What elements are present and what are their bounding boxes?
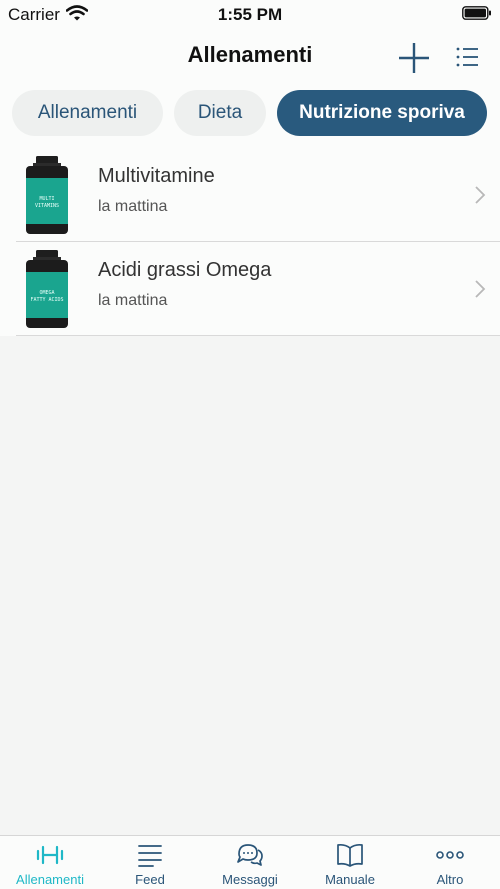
segment-tabs: Allenamenti Dieta Nutrizione sporiva (0, 80, 500, 148)
bottle-label-line2: VITAMINS (35, 203, 59, 209)
tabbar-item-altro[interactable]: Altro (400, 836, 500, 889)
tabbar-item-feed[interactable]: Feed (100, 836, 200, 889)
chevron-right-icon (475, 280, 486, 298)
tabbar-label: Feed (135, 872, 165, 887)
tab-nutrizione-sportiva[interactable]: Nutrizione sporiva (277, 90, 487, 136)
item-subtitle: la mattina (98, 198, 168, 215)
status-bar: Carrier 1:55 PM (0, 0, 500, 30)
clock-time: 1:55 PM (217, 5, 283, 24)
list-icon (456, 47, 478, 67)
tab-allenamenti[interactable]: Allenamenti (12, 90, 163, 136)
tabbar-label: Allenamenti (16, 872, 84, 887)
tabbar-label: Altro (436, 872, 464, 887)
bottle-label-line2: FATTY ACIDS (30, 297, 63, 303)
tabbar-item-messaggi[interactable]: Messaggi (200, 836, 300, 889)
bottle-label-line1: OMEGA (39, 290, 54, 296)
tabbar-label: Messaggi (222, 872, 278, 887)
chevron-right-icon (475, 186, 486, 204)
item-title: Acidi grassi Omega (98, 259, 272, 281)
book-icon (337, 843, 363, 867)
list-item[interactable]: MULTI VITAMINS Multivitamine la mattina (0, 148, 500, 242)
chat-bubbles-icon (237, 844, 263, 866)
tabbar-label: Manuale (325, 872, 375, 887)
navigation-header: Allenamenti (0, 30, 500, 80)
tabbar-item-manuale[interactable]: Manuale (300, 836, 400, 889)
bottom-tab-bar: Allenamenti Feed Messaggi Manuale Altro (0, 835, 500, 889)
supplement-bottle-image: MULTI VITAMINS (24, 156, 70, 234)
list-view-button[interactable] (452, 42, 482, 72)
divider (16, 335, 500, 336)
supplement-list: MULTI VITAMINS Multivitamine la mattina … (0, 148, 500, 336)
more-dots-icon (436, 851, 464, 859)
bottle-label-line1: MULTI (39, 196, 54, 202)
plus-icon (399, 43, 429, 73)
item-subtitle: la mattina (98, 292, 168, 309)
dumbbell-icon (36, 845, 64, 865)
tab-dieta[interactable]: Dieta (174, 90, 266, 136)
supplement-bottle-image: OMEGA FATTY ACIDS (24, 250, 70, 328)
list-item[interactable]: OMEGA FATTY ACIDS Acidi grassi Omega la … (0, 242, 500, 336)
feed-lines-icon (138, 845, 162, 867)
battery-icon (462, 6, 492, 25)
item-title: Multivitamine (98, 165, 215, 187)
add-button[interactable] (396, 40, 432, 76)
tabbar-item-allenamenti[interactable]: Allenamenti (0, 836, 100, 889)
